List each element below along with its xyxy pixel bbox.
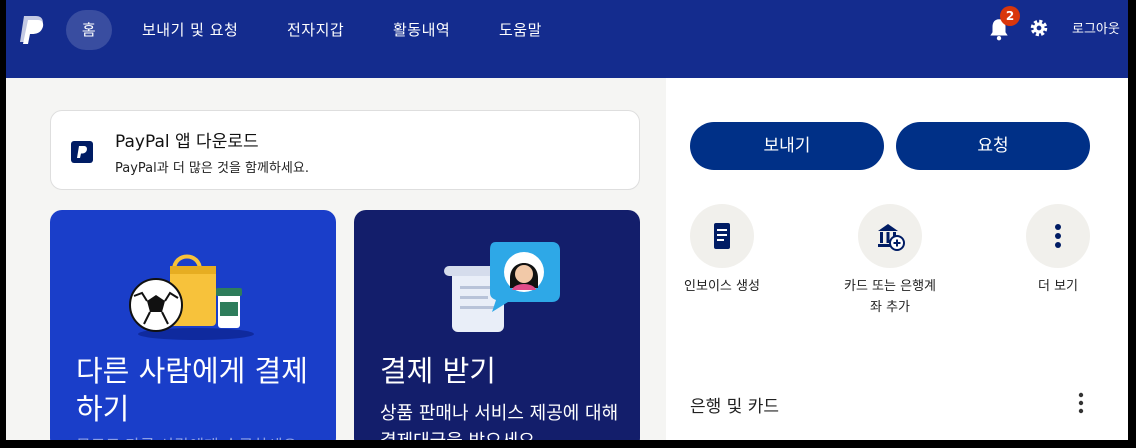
- send-button[interactable]: 보내기: [690, 122, 884, 170]
- notification-badge: 2: [1000, 6, 1020, 26]
- paypal-app-icon: [71, 141, 93, 163]
- right-column: 보내기 요청 인보이스 생성 카드 또는 은행계좌 추가 더 보기 은행 및 카…: [666, 78, 1128, 440]
- bank-add-icon: [878, 224, 905, 251]
- nav-activity[interactable]: 활동내역: [393, 10, 450, 50]
- more-actions[interactable]: 더 보기: [1008, 204, 1108, 297]
- add-bank-card-action[interactable]: 카드 또는 은행계좌 추가: [840, 204, 940, 318]
- receive-card-description: 상품 판매나 서비스 제공에 대해 결제대금을 받으세요.: [380, 403, 619, 440]
- promo-title: PayPal 앱 다운로드: [115, 127, 259, 152]
- banks-cards-heading: 은행 및 카드: [690, 397, 780, 417]
- receive-card-title: 결제 받기: [380, 354, 496, 388]
- logout-link[interactable]: 로그아웃: [1072, 18, 1120, 37]
- promo-title-text: 앱 다운로드: [169, 132, 259, 152]
- more-vertical-icon: [1055, 224, 1061, 248]
- add-bank-card-label: 카드 또는 은행계좌 추가: [844, 279, 936, 315]
- top-navigation: 홈 보내기 및 요청 전자지갑 활동내역 도움말 2 로그아웃: [6, 0, 1128, 78]
- pay-card-title: 다른 사람에게 결제하기: [76, 354, 308, 426]
- more-actions-label: 더 보기: [1037, 279, 1078, 294]
- invoice-icon-container: [690, 204, 754, 268]
- app-download-banner[interactable]: PayPal 앱 다운로드 PayPal과 더 많은 것을 함께하세요.: [50, 110, 640, 190]
- nav-send-request[interactable]: 보내기 및 요청: [142, 10, 238, 50]
- pay-someone-card[interactable]: 다른 사람에게 결제하기 무료로 다른 사람에게 송금하세요: [50, 210, 336, 440]
- promo-title-brand: PayPal: [115, 132, 170, 152]
- promo-subtitle: PayPal과 더 많은 것을 함께하세요.: [115, 161, 309, 176]
- create-invoice-label: 인보이스 생성: [684, 279, 760, 294]
- nav-wallet[interactable]: 전자지갑: [287, 10, 344, 50]
- app-window: 홈 보내기 및 요청 전자지갑 활동내역 도움말 2 로그아웃 PayPal 앱…: [6, 0, 1128, 440]
- nav-help[interactable]: 도움말: [499, 10, 542, 50]
- more-icon-container: [1026, 204, 1090, 268]
- create-invoice-action[interactable]: 인보이스 생성: [672, 204, 772, 297]
- receive-payment-card[interactable]: 결제 받기 상품 판매나 서비스 제공에 대해 결제대금을 받으세요.: [354, 210, 640, 440]
- bank-add-icon-container: [858, 204, 922, 268]
- gear-icon[interactable]: [1028, 17, 1050, 39]
- nav-home[interactable]: 홈: [66, 10, 112, 50]
- request-button[interactable]: 요청: [896, 122, 1090, 170]
- invoice-chat-illustration-icon: [444, 242, 560, 332]
- bank-section-more-icon[interactable]: [1076, 392, 1086, 414]
- shopping-illustration-icon: [129, 254, 254, 340]
- paypal-logo[interactable]: [18, 14, 46, 46]
- invoice-icon: [714, 223, 730, 249]
- left-column: PayPal 앱 다운로드 PayPal과 더 많은 것을 함께하세요. 다른 …: [6, 78, 666, 440]
- pay-card-description: 무료로 다른 사람에게 송금하세요: [76, 432, 297, 440]
